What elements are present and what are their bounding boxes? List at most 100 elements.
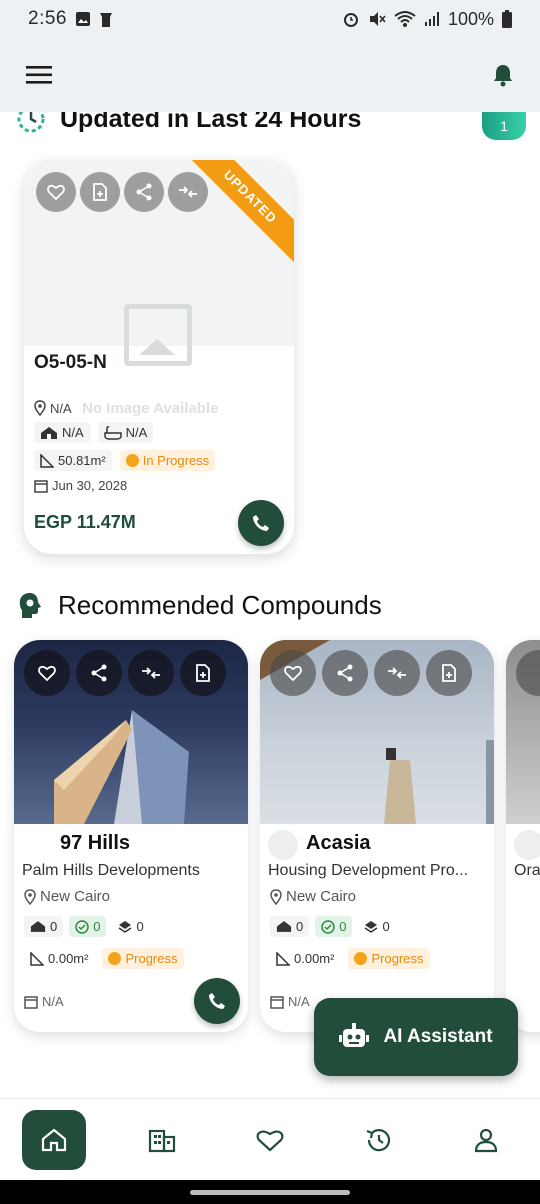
favorite-button[interactable] xyxy=(24,650,70,696)
nav-profile[interactable] xyxy=(454,1110,518,1170)
compound-card[interactable]: Ora xyxy=(506,640,540,1032)
nav-history[interactable] xyxy=(346,1110,410,1170)
compare-arrows-icon xyxy=(388,667,406,679)
available-count: 0 xyxy=(93,919,101,934)
share-button[interactable] xyxy=(124,172,164,212)
location-pin-icon xyxy=(270,888,282,905)
compare-button[interactable] xyxy=(374,650,420,696)
bathrooms-value: N/A xyxy=(125,425,148,440)
area-chip: 0.00m² xyxy=(24,948,94,969)
area-status-line: 0.00m² Progress xyxy=(24,948,184,969)
call-button[interactable] xyxy=(194,978,240,1024)
mute-icon xyxy=(369,12,386,26)
favorite-button[interactable] xyxy=(516,650,540,696)
developer-name: Ora xyxy=(514,862,540,879)
menu-icon[interactable] xyxy=(26,64,54,86)
delivery-value: N/A xyxy=(42,994,64,1009)
add-document-button[interactable] xyxy=(180,650,226,696)
stats-line: 0 0 0 xyxy=(24,916,150,937)
delivery-value: N/A xyxy=(288,994,310,1009)
nav-compounds[interactable] xyxy=(130,1110,194,1170)
delivery-line: N/A xyxy=(270,994,310,1009)
location-pin-icon xyxy=(34,400,46,416)
delivery-date: Jun 30, 2028 xyxy=(52,478,128,493)
notification-bell-icon[interactable] xyxy=(492,63,514,87)
units-count: 0 xyxy=(296,919,304,934)
ruler-triangle-icon xyxy=(40,453,54,468)
location-line: New Cairo xyxy=(24,888,110,905)
developer-logo xyxy=(268,830,298,860)
status-value: Progress xyxy=(125,951,178,966)
ai-assistant-label: AI Assistant xyxy=(383,1026,493,1047)
app-bar xyxy=(0,38,540,112)
check-circle-icon xyxy=(75,919,89,934)
battery-percent: 100% xyxy=(447,8,494,29)
area-status-line: 0.00m² Progress xyxy=(270,948,430,969)
delivery-line: Jun 30, 2028 xyxy=(34,478,127,493)
location-line: N/A xyxy=(34,400,72,416)
area-chip: 50.81m² xyxy=(34,450,112,471)
area-value: 0.00m² xyxy=(294,951,335,966)
phone-icon xyxy=(209,993,225,1009)
status-time: 2:56 xyxy=(28,8,67,29)
updated-count-badge: 1 xyxy=(482,112,526,140)
battery-icon xyxy=(502,10,512,28)
compare-arrows-icon xyxy=(179,186,197,198)
progress-dots-icon xyxy=(125,454,139,467)
developer-logo xyxy=(514,830,540,860)
image-placeholder-icon xyxy=(124,304,192,366)
ruler-triangle-icon xyxy=(30,951,44,966)
system-navigation-bar xyxy=(0,1180,540,1204)
compare-arrows-icon xyxy=(142,667,160,679)
alarm-icon xyxy=(343,13,358,27)
document-add-icon xyxy=(196,664,210,682)
buildings-icon xyxy=(148,1129,176,1152)
layers-icon xyxy=(119,920,132,933)
location-pin-icon xyxy=(24,888,36,905)
share-button[interactable] xyxy=(322,650,368,696)
updated-unit-card[interactable]: No Image Available UPDATED O5-05-N N/A N… xyxy=(24,160,294,554)
location-line: New Cairo xyxy=(270,888,356,905)
share-button[interactable] xyxy=(76,650,122,696)
add-document-button[interactable] xyxy=(426,650,472,696)
compare-button[interactable] xyxy=(128,650,174,696)
phases-chip: 0 xyxy=(358,916,395,937)
add-document-button[interactable] xyxy=(80,172,120,212)
no-image-text: No Image Available xyxy=(82,400,219,417)
delivery-line: N/A xyxy=(24,994,64,1009)
updated-section-header: Updated in Last 24 Hours xyxy=(16,112,361,134)
stats-line: 0 0 0 xyxy=(270,916,396,937)
compound-card[interactable]: 97 Hills Palm Hills Developments New Cai… xyxy=(14,640,248,1032)
compound-name: 97 Hills xyxy=(60,832,131,854)
updated-section-title: Updated in Last 24 Hours xyxy=(60,112,362,133)
phases-count: 0 xyxy=(382,919,390,934)
check-circle-icon xyxy=(321,919,335,934)
phone-icon xyxy=(253,515,269,531)
heart-icon xyxy=(38,666,56,681)
area-value: 0.00m² xyxy=(48,951,89,966)
compound-name: Acasia xyxy=(306,832,371,854)
calendar-icon xyxy=(270,995,284,1009)
main-content[interactable]: Updated in Last 24 Hours 1 No Image Avai… xyxy=(0,112,540,1098)
status-value: In Progress xyxy=(142,453,210,468)
status-bar: 2:56 100% xyxy=(0,0,540,38)
home-gesture-handle[interactable] xyxy=(190,1190,350,1195)
compare-button[interactable] xyxy=(168,172,208,212)
share-icon xyxy=(91,664,107,682)
history-icon xyxy=(366,1128,391,1151)
compound-card[interactable]: Acasia Housing Development Pro... New Ca… xyxy=(260,640,494,1032)
favorite-button[interactable] xyxy=(270,650,316,696)
ai-assistant-button[interactable]: AI Assistant xyxy=(314,998,518,1076)
bathtub-icon xyxy=(103,425,122,440)
status-chip: Progress xyxy=(348,948,430,969)
favorite-button[interactable] xyxy=(36,172,76,212)
unit-location: N/A xyxy=(50,400,72,416)
nav-home[interactable] xyxy=(22,1109,86,1170)
recommended-section-header: Recommended Compounds xyxy=(18,590,382,621)
area-status-line: 50.81m² In Progress xyxy=(34,450,216,471)
progress-dots-icon xyxy=(354,952,368,965)
call-button[interactable] xyxy=(238,500,284,546)
signal-icon xyxy=(424,12,439,26)
status-value: Progress xyxy=(371,951,424,966)
nav-favorites[interactable] xyxy=(238,1110,302,1170)
